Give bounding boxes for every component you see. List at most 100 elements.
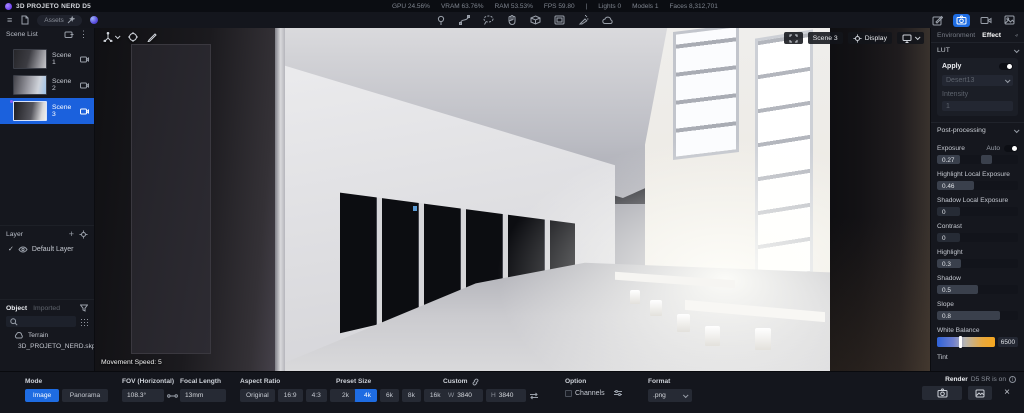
highlight-slider[interactable]: 0.3	[937, 259, 1018, 268]
viewport-3d[interactable]: Scene 3 Display Movement Speed: 5	[95, 28, 930, 371]
render-label: Render	[945, 376, 968, 383]
contrast-slider[interactable]: 0	[937, 233, 1018, 242]
highlight-local-exposure-label: Highlight Local Exposure	[937, 171, 1010, 178]
tab-imported[interactable]: Imported	[33, 305, 60, 312]
tab-effect[interactable]: Effect	[982, 32, 1001, 39]
custom-label: Custom	[443, 378, 468, 385]
tab-environment[interactable]: Environment	[937, 32, 975, 39]
preset-8k-button[interactable]: 8k	[401, 389, 421, 402]
display-mode-button[interactable]: Display	[847, 32, 892, 44]
mode-panorama-button[interactable]: Panorama	[62, 389, 108, 402]
layer-check-icon[interactable]: ✓	[8, 246, 14, 253]
main-menu-icon[interactable]: ≡	[7, 15, 12, 25]
layer-settings-icon[interactable]	[79, 230, 88, 239]
transform-tool-button[interactable]	[103, 32, 121, 42]
scene-item-2[interactable]: Scene 2	[0, 72, 94, 98]
close-render-bar-button[interactable]: ×	[998, 386, 1016, 400]
white-balance-label: White Balance	[937, 327, 980, 334]
lut-preset-select[interactable]: Desert13	[942, 75, 1013, 86]
edit-render-button[interactable]	[929, 14, 946, 27]
sky-cloud-icon[interactable]	[602, 16, 614, 25]
assets-label: Assets	[44, 16, 64, 24]
photo-render-button[interactable]	[953, 13, 970, 27]
layer-visibility-icon[interactable]	[18, 246, 28, 253]
aspect-4-3-button[interactable]: 4:3	[305, 389, 327, 402]
media-image-icon	[1004, 15, 1015, 25]
scene-item-3-selected[interactable]: Scene 3	[0, 98, 94, 124]
assets-button[interactable]: Assets	[37, 14, 82, 26]
object-item-terrain[interactable]: Terrain	[0, 329, 94, 339]
path-spline-icon[interactable]	[459, 15, 470, 25]
slope-slider[interactable]: 0.8	[937, 311, 1018, 320]
post-processing-title: Post-processing	[937, 127, 986, 134]
scene-list-menu-icon[interactable]: ⋮	[79, 30, 88, 39]
apply-to-scenes-icon[interactable]	[1015, 31, 1018, 40]
lut-apply-toggle[interactable]	[999, 63, 1013, 70]
preset-2k-button[interactable]: 2k	[336, 389, 355, 402]
lut-section-header[interactable]: LUT	[937, 43, 1020, 58]
aspect-16-9-button[interactable]: 16:9	[277, 389, 303, 402]
scene-item-1[interactable]: Scene 1	[0, 46, 94, 72]
shadow-slider[interactable]: 0.5	[937, 285, 1018, 294]
render-button[interactable]	[922, 386, 962, 400]
import-icon[interactable]	[20, 15, 29, 25]
scene-camera-icon[interactable]	[80, 56, 89, 63]
media-library-button[interactable]	[1001, 14, 1018, 27]
place-pin-icon[interactable]	[436, 15, 446, 26]
white-balance-handle[interactable]	[958, 336, 962, 348]
focus-target-icon[interactable]	[128, 32, 138, 42]
mode-image-button[interactable]: Image	[25, 389, 59, 402]
add-scene-icon[interactable]	[64, 30, 75, 39]
width-input[interactable]: W 3840	[443, 389, 483, 402]
paint-spray-icon[interactable]	[578, 15, 589, 25]
object-search-input[interactable]	[6, 316, 76, 327]
channels-label: Channels	[575, 389, 605, 397]
material-frame-icon[interactable]	[554, 15, 565, 25]
scene-camera-icon[interactable]	[80, 82, 89, 89]
fov-input[interactable]: 108.3°	[122, 389, 164, 402]
format-select[interactable]: .png	[648, 389, 692, 402]
aspect-original-button[interactable]: Original	[240, 389, 275, 402]
height-input[interactable]: H 3840	[486, 389, 526, 402]
filter-icon[interactable]	[80, 304, 88, 312]
preset-6k-button[interactable]: 6k	[379, 389, 399, 402]
monitor-output-button[interactable]	[897, 32, 924, 44]
grab-icon[interactable]	[507, 15, 517, 25]
d5-logo-icon	[5, 2, 12, 10]
lut-intensity-input[interactable]: 1	[942, 101, 1013, 111]
white-balance-slider[interactable]	[937, 336, 995, 348]
chevron-down-icon	[682, 391, 689, 398]
highlight-local-exposure-slider[interactable]: 0.46	[937, 181, 1018, 190]
exposure-slider[interactable]: 0.27	[937, 155, 1018, 164]
tab-object[interactable]: Object	[6, 305, 27, 312]
scene-camera-icon[interactable]	[80, 108, 89, 115]
model-box-icon[interactable]	[530, 15, 541, 25]
render-queue-button[interactable]	[968, 386, 992, 400]
scene-1-label: Scene 1	[52, 52, 72, 66]
swap-dimensions-icon[interactable]	[529, 392, 539, 400]
user-avatar[interactable]	[89, 16, 98, 24]
layer-item-default[interactable]: ✓ Default Layer	[0, 242, 94, 253]
link-dimensions-icon[interactable]	[471, 378, 480, 386]
movement-speed-indicator: Movement Speed: 5	[101, 359, 162, 366]
exposure-auto-toggle[interactable]	[1004, 145, 1018, 152]
add-layer-icon[interactable]: +	[69, 229, 74, 239]
render-options-icon[interactable]	[613, 389, 623, 397]
active-scene-badge[interactable]: Scene 3	[807, 32, 843, 44]
render-scene	[95, 28, 930, 371]
video-render-button[interactable]	[977, 14, 994, 27]
exposure-slider-handle[interactable]	[980, 155, 992, 164]
focal-length-input[interactable]: 13mm	[180, 389, 226, 402]
view-grid-icon[interactable]	[80, 317, 88, 326]
mode-label: Mode	[25, 378, 43, 385]
lasso-icon[interactable]	[483, 15, 494, 25]
shadow-local-exposure-slider[interactable]: 0	[937, 207, 1018, 216]
pen-tool-icon[interactable]	[147, 32, 157, 42]
channels-checkbox[interactable]	[565, 389, 572, 397]
fit-view-button[interactable]	[783, 32, 803, 44]
info-icon[interactable]: i	[1009, 376, 1016, 383]
preset-4k-button[interactable]: 4k	[357, 389, 377, 402]
stat-separator: |	[585, 2, 588, 10]
post-processing-header[interactable]: Post-processing	[937, 123, 1020, 138]
object-item-model[interactable]: 3D_PROJETO_NERD.skp	[0, 339, 94, 350]
